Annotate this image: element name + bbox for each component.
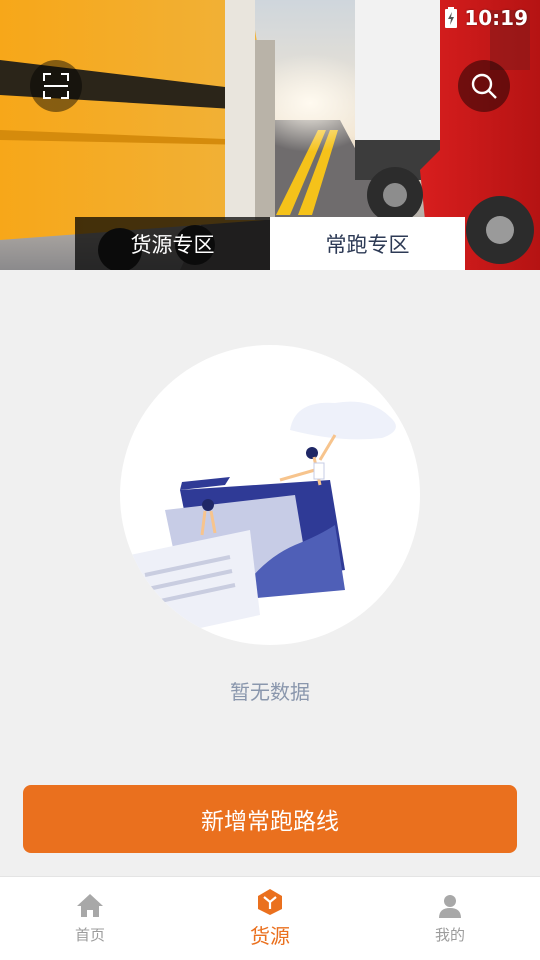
home-icon [77, 894, 103, 917]
tab-regular-route-zone[interactable]: 常跑专区 [270, 217, 465, 270]
status-time: 10:19 [464, 6, 528, 30]
scan-button[interactable] [30, 60, 82, 112]
nav-item-label: 货源 [250, 924, 290, 948]
empty-state-message: 暂无数据 [230, 680, 310, 704]
header-banner: 10:19 货源专区 常跑专区 [0, 0, 540, 270]
nav-item-label: 首页 [74, 926, 105, 944]
scan-icon [43, 73, 69, 99]
empty-state-illustration [120, 345, 420, 645]
search-icon [471, 73, 497, 99]
nav-item-label: 我的 [434, 926, 465, 944]
cube-icon [258, 889, 282, 915]
tab-cargo-zone[interactable]: 货源专区 [75, 217, 270, 270]
add-regular-route-button[interactable]: 新增常跑路线 [23, 785, 517, 853]
nav-item-mine[interactable]: 我的 [360, 877, 540, 960]
nav-item-cargo[interactable]: 货源 [180, 877, 360, 960]
battery-charging-icon [445, 7, 458, 28]
nav-item-home[interactable]: 首页 [0, 877, 180, 960]
search-button[interactable] [458, 60, 510, 112]
user-icon [439, 895, 461, 918]
bottom-nav: 首页 货源 我的 [0, 876, 540, 960]
empty-folder-illustration [130, 401, 396, 640]
status-bar: 10:19 [444, 0, 540, 36]
zone-tabs: 货源专区 常跑专区 [75, 217, 465, 270]
